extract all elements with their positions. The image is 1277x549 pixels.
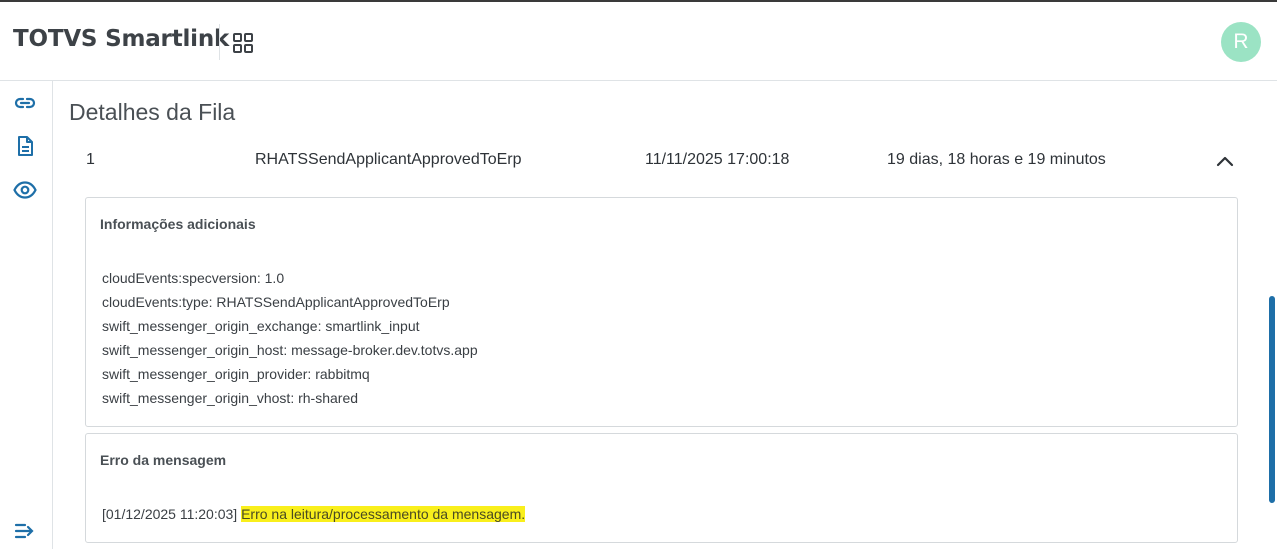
app-brand[interactable]: TOTVS Smartlink <box>13 26 229 52</box>
link-icon[interactable] <box>13 91 37 115</box>
row-datetime: 11/11/2025 17:00:18 <box>645 151 790 168</box>
chevron-up-icon[interactable] <box>1216 153 1234 169</box>
info-line: cloudEvents:type: RHATSSendApplicantAppr… <box>102 294 450 310</box>
message-error-panel: Erro da mensagem [01/12/2025 11:20:03] E… <box>85 433 1238 543</box>
main-content: Detalhes da Fila 1 RHATSSendApplicantApp… <box>54 81 1265 549</box>
row-index: 1 <box>86 151 95 168</box>
info-line: swift_messenger_origin_exchange: smartli… <box>102 318 420 334</box>
apps-grid-icon[interactable] <box>231 31 255 55</box>
info-line: cloudEvents:specversion: 1.0 <box>102 270 285 286</box>
row-elapsed: 19 dias, 18 horas e 19 minutos <box>887 151 1106 168</box>
info-line: swift_messenger_origin_vhost: rh-shared <box>102 390 359 406</box>
row-event: RHATSSendApplicantApprovedToErp <box>255 151 522 168</box>
page-title: Detalhes da Fila <box>69 99 236 125</box>
queue-row[interactable]: 1 RHATSSendApplicantApprovedToErp 11/11/… <box>84 151 1254 173</box>
top-bar: TOTVS Smartlink R <box>0 0 1277 81</box>
error-line: [01/12/2025 11:20:03] Erro na leitura/pr… <box>102 506 526 522</box>
error-timestamp: [01/12/2025 11:20:03] <box>102 506 238 522</box>
eye-icon[interactable] <box>13 178 37 202</box>
message-error-title: Erro da mensagem <box>100 452 227 468</box>
document-icon[interactable] <box>13 134 37 158</box>
additional-info-panel: Informações adicionais cloudEvents:specv… <box>85 197 1238 427</box>
vertical-scrollbar[interactable] <box>1269 296 1275 503</box>
additional-info-title: Informações adicionais <box>100 216 256 232</box>
info-line: swift_messenger_origin_provider: rabbitm… <box>102 366 370 382</box>
collapse-menu-icon[interactable] <box>14 522 36 540</box>
user-avatar[interactable]: R <box>1221 22 1261 62</box>
error-message-highlight: Erro na leitura/processamento da mensage… <box>241 506 526 522</box>
info-line: swift_messenger_origin_host: message-bro… <box>102 342 478 358</box>
sidebar <box>0 81 53 549</box>
brand-divider <box>219 24 220 60</box>
